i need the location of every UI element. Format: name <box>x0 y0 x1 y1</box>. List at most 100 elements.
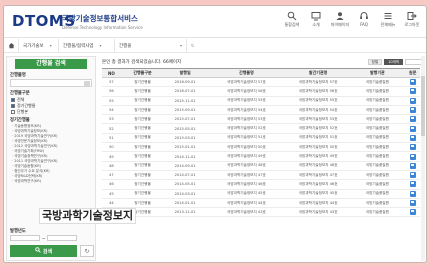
nav-logout[interactable]: 로그아웃 <box>400 9 424 28</box>
cell-type: 정기간행물 <box>120 77 165 88</box>
col-title[interactable]: 간행물명 <box>205 68 287 78</box>
type-option-all[interactable]: 전체 <box>11 97 92 102</box>
cell-no: 50 <box>102 142 121 153</box>
nav-label: 마이페이지 <box>330 22 350 27</box>
tree-item[interactable]: · 국방과학연구(KR) <box>12 179 92 184</box>
download-icon[interactable] <box>409 79 416 86</box>
col-type[interactable]: 간행물구분 <box>120 68 165 78</box>
search-icon <box>35 247 41 255</box>
table-row[interactable]: 48 정기간행물 2014-09-01 국방과학기술정보지 48호 국방과학기술정보지 … <box>102 161 420 171</box>
download-icon[interactable] <box>409 153 416 160</box>
page-size-button[interactable]: 10개씩 <box>384 59 403 65</box>
cell-no: 44 <box>102 198 121 209</box>
breadcrumb-item[interactable]: 국가기술보 ▾ <box>18 38 58 53</box>
table-row[interactable]: 54 정기간행물 2015-09-01 국방과학기술정보지 54호 국방과학기술정보지 … <box>102 105 420 116</box>
checkbox[interactable] <box>11 103 15 108</box>
table-row[interactable]: 57 정기간행물 2016-09-01 국방과학기술정보지 57호 국방과학기술정보지 … <box>102 77 420 88</box>
cell-title[interactable]: 국방과학기술정보지 50호 <box>205 142 287 153</box>
cell-date: 2015-05-01 <box>164 123 206 134</box>
cell-publisher: 국방기술품질원 <box>349 105 406 116</box>
nav-allmenu[interactable]: 전체메뉴 <box>376 9 400 28</box>
download-icon[interactable] <box>409 107 416 114</box>
table-row[interactable]: 47 정기간행물 2014-07-01 국방과학기술정보지 47호 국방과학기술정보지 … <box>102 170 420 181</box>
search-button[interactable]: 검색 <box>10 245 77 257</box>
breadcrumb-item[interactable]: 간행물/협력사업 ▾ <box>58 38 114 53</box>
cell-type: 정기간행물 <box>120 96 165 106</box>
site-name-ko: 국방기술정보통합서비스 <box>62 14 138 23</box>
checkbox[interactable] <box>11 109 15 114</box>
table-row[interactable]: 52 정기간행물 2015-05-01 국방과학기술정보지 52호 국방과학기술정보지 … <box>102 123 420 134</box>
download-icon[interactable] <box>409 190 416 197</box>
table-row[interactable]: 43정기간행물2013-11-01국방과학기술정보지 43호국방과학기술정보지 … <box>102 207 420 218</box>
download-icon[interactable] <box>409 144 416 151</box>
download-icon[interactable] <box>409 116 416 123</box>
col-date[interactable]: 발행일 <box>164 68 206 78</box>
nav-intro[interactable]: 소개 <box>304 9 328 28</box>
cell-title[interactable]: 국방과학기술정보지 46호 <box>205 179 287 190</box>
type-option-periodical[interactable]: 정기간행물 <box>11 103 92 108</box>
breadcrumb-item[interactable]: 간행물 ▾ <box>114 38 186 53</box>
cell-type: 정기간행물 <box>120 161 165 171</box>
download-icon[interactable] <box>409 134 416 141</box>
table-row[interactable]: 49 정기간행물 2014-11-01 국방과학기술정보지 49호 국방과학기술정보지 … <box>102 151 420 162</box>
input-button[interactable] <box>84 80 90 86</box>
cell-date: 2015-09-01 <box>164 105 206 116</box>
cell-title[interactable]: 국방과학기술정보지 43호 <box>205 207 287 218</box>
cell-type: 정기간행물 <box>120 170 165 181</box>
cell-title[interactable]: 국방과학기술정보지 53호 <box>205 114 287 125</box>
section-year: 발행년도 <box>10 229 26 234</box>
table-row[interactable]: 45 정기간행물 2014-03-01 국방과학기술정보지 45호 국방과학기술정보지 … <box>102 189 420 199</box>
home-icon[interactable] <box>4 42 18 49</box>
cell-title[interactable]: 국방과학기술정보지 48호 <box>205 161 287 171</box>
cell-publisher: 국방기술품질원 <box>349 142 406 153</box>
nav-search[interactable]: 통합검색 <box>280 9 304 28</box>
cell-title[interactable]: 국방과학기술정보지 51호 <box>205 133 287 144</box>
cell-type: 정기간행물 <box>120 114 165 125</box>
download-icon[interactable] <box>409 209 416 216</box>
type-option-book[interactable]: 단행본 <box>11 109 92 114</box>
breadcrumb-refresh[interactable]: ↻ <box>186 38 198 53</box>
cell-title[interactable]: 국방과학기술정보지 56호 <box>205 86 287 97</box>
cell-agency: 국방과학기술정보지 52호 <box>286 123 350 134</box>
download-icon[interactable] <box>409 88 416 95</box>
cell-title[interactable]: 국방과학기술정보지 44호 <box>205 198 287 209</box>
cell-title[interactable]: 국방과학기술정보지 55호 <box>205 96 287 106</box>
table-row[interactable]: 56 정기간행물 2016-07-01 국방과학기술정보지 56호 국방과학기술정보지 … <box>102 86 420 97</box>
table-row[interactable]: 51 정기간행물 2015-03-01 국방과학기술정보지 51호 국방과학기술정보지 … <box>102 133 420 144</box>
cell-title[interactable]: 국방과학기술정보지 49호 <box>205 151 287 162</box>
chevron-down-icon: ▾ <box>99 43 102 48</box>
col-agency[interactable]: 발간기관명 <box>286 68 350 78</box>
cell-title[interactable]: 국방과학기술정보지 54호 <box>205 105 287 116</box>
table-row[interactable]: 44 정기간행물 2014-01-01 국방과학기술정보지 44호 국방과학기술정보지 … <box>102 198 420 209</box>
year-to-input[interactable] <box>47 235 78 241</box>
checkbox[interactable] <box>11 97 15 102</box>
table-row[interactable]: 50 정기간행물 2015-01-01 국방과학기술정보지 50호 국방과학기술정보지 … <box>102 142 420 153</box>
cell-title[interactable]: 국방과학기술정보지 57호 <box>205 77 287 88</box>
reset-button[interactable]: ↻ <box>80 245 94 257</box>
cell-title[interactable]: 국방과학기술정보지 45호 <box>205 189 287 199</box>
table-row[interactable]: 55 정기간행물 2015-11-01 국방과학기술정보지 55호 국방과학기술정보지 … <box>102 96 420 106</box>
cell-no: 47 <box>102 170 121 181</box>
scrollbar-thumb[interactable] <box>421 76 425 136</box>
nav-faq[interactable]: FAQ <box>352 9 376 28</box>
table-row[interactable]: 53 정기간행물 2015-07-01 국방과학기술정보지 53호 국방과학기술정보지 … <box>102 114 420 125</box>
year-from-input[interactable] <box>10 235 40 241</box>
col-publisher[interactable]: 발행기관 <box>349 68 406 78</box>
cell-no: 54 <box>102 105 121 116</box>
table-row[interactable]: 46 정기간행물 2014-05-01 국방과학기술정보지 46호 국방과학기술정보지 … <box>102 179 420 190</box>
sort-button[interactable]: 정렬 <box>367 59 383 65</box>
download-icon[interactable] <box>409 125 416 132</box>
cell-date: 2014-03-01 <box>164 189 206 199</box>
col-no[interactable]: NO <box>102 68 121 78</box>
download-icon[interactable] <box>409 97 416 104</box>
download-icon[interactable] <box>409 200 416 206</box>
cell-publisher: 국방기술품질원 <box>349 198 406 209</box>
cell-title[interactable]: 국방과학기술정보지 47호 <box>205 170 287 181</box>
pubname-input[interactable] <box>10 79 92 87</box>
download-icon[interactable] <box>409 181 416 188</box>
download-icon[interactable] <box>409 172 416 179</box>
cell-title[interactable]: 국방과학기술정보지 52호 <box>205 123 287 134</box>
scrollbar[interactable] <box>421 56 425 261</box>
nav-mypage[interactable]: 마이페이지 <box>328 9 352 28</box>
download-icon[interactable] <box>409 162 416 169</box>
